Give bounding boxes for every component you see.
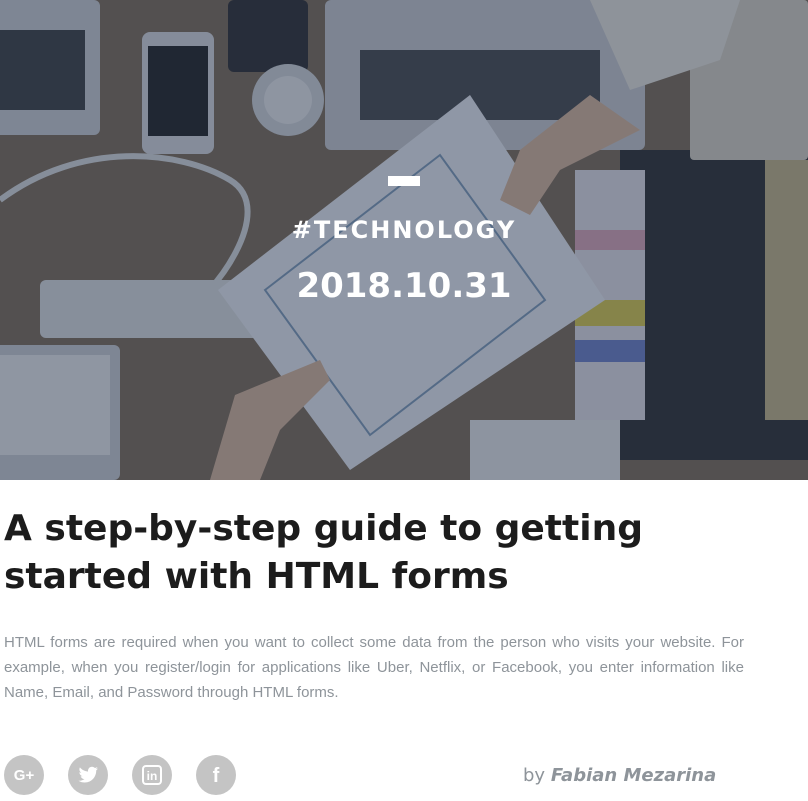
facebook-icon-glyph: f [213, 765, 220, 787]
facebook-share-button[interactable]: f [196, 755, 236, 795]
hero-content: #TECHNOLOGY 2018.10.31 [0, 176, 808, 306]
hero-banner: #TECHNOLOGY 2018.10.31 [0, 0, 808, 480]
twitter-share-button[interactable] [68, 755, 108, 795]
linkedin-icon-glyph: in [147, 769, 158, 783]
linkedin-icon: in [142, 765, 162, 785]
google-plus-share-button[interactable]: G+ [4, 755, 44, 795]
category-tag[interactable]: #TECHNOLOGY [0, 216, 808, 244]
share-bar: G+ in f [4, 755, 236, 795]
google-plus-icon: G+ [14, 767, 35, 784]
google-plus-icon-glyph: G+ [14, 767, 35, 784]
twitter-icon [78, 766, 98, 783]
author-name[interactable]: Fabian Mezarina [551, 765, 716, 786]
byline-prefix: by [523, 765, 546, 786]
facebook-icon: f [213, 765, 220, 787]
article-excerpt: HTML forms are required when you want to… [4, 634, 744, 701]
post-date: 2018.10.31 [296, 266, 512, 306]
article-title[interactable]: A step-by-step guide to getting started … [4, 505, 794, 601]
hero-dash-divider [388, 176, 420, 186]
byline: by Fabian Mezarina [523, 765, 716, 786]
linkedin-share-button[interactable]: in [132, 755, 172, 795]
